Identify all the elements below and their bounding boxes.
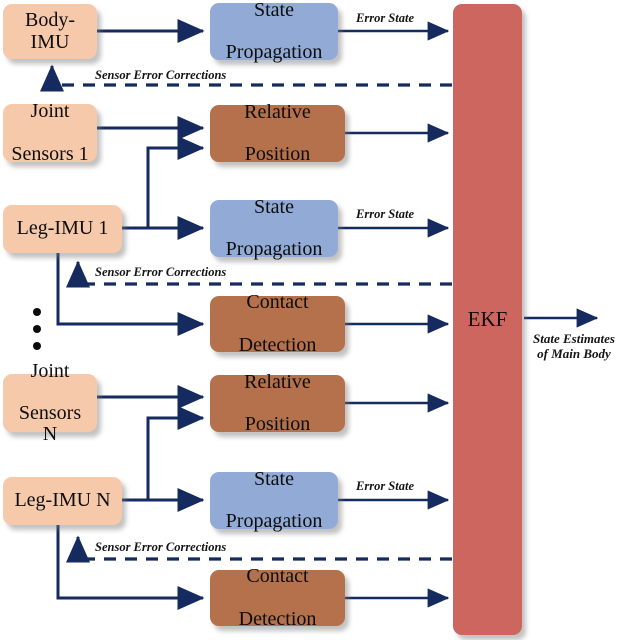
edge-label-ekf-output-line2: of Main Body [537, 345, 611, 361]
node-relative-position-1-line2: Position [244, 143, 311, 166]
wire-legimu1-to-contact1 [56, 252, 205, 336]
edge-label-error-state-body: Error State [356, 11, 415, 25]
node-body-imu-label: Body-IMU [25, 9, 75, 53]
wire-legimun-to-contactn [56, 524, 205, 610]
node-relative-position-1[interactable]: Relative Position [210, 100, 345, 166]
node-leg-imu-n[interactable]: Leg-IMU N [3, 477, 122, 525]
node-state-propagation-1-line1: State [254, 195, 294, 218]
node-body-imu[interactable]: Body-IMU [3, 4, 97, 59]
edge-label-sensor-error-corrections-n: Sensor Error Corrections [95, 540, 227, 554]
edge-label-sensor-error-corrections-body: Sensor Error Corrections [95, 68, 227, 82]
edge-label-error-state-n: Error State [356, 479, 415, 493]
node-joint-sensors-n-line1: Joint [30, 359, 70, 382]
edge-label-error-state-1: Error State [356, 207, 415, 221]
node-state-propagation-body[interactable]: State Propagation [210, 0, 338, 64]
node-contact-detection-1[interactable]: Contact Detection [210, 292, 345, 355]
ellipsis-dot [33, 325, 41, 333]
node-leg-imu-1[interactable]: Leg-IMU 1 [3, 205, 122, 253]
edge-label-ekf-output-line1: State Estimates [533, 331, 615, 346]
ellipsis-dot [33, 342, 41, 350]
node-relative-position-1-line1: Relative [244, 100, 311, 123]
node-state-propagation-body-line1: State [254, 0, 294, 21]
node-relative-position-n-line2: Position [244, 413, 311, 436]
node-ekf-label: EKF [467, 307, 508, 332]
node-joint-sensors-1-line1: Joint [30, 100, 70, 123]
node-joint-sensors-1-line2: Sensors 1 [11, 142, 89, 165]
wire-legimu1-to-relpos1 [146, 136, 205, 228]
node-relative-position-n[interactable]: Relative Position [210, 370, 345, 436]
node-state-propagation-n[interactable]: State Propagation [210, 467, 338, 533]
node-state-propagation-1-line2: Propagation [225, 238, 323, 261]
node-joint-sensors-n[interactable]: Joint Sensors N [3, 360, 97, 445]
ellipsis-repeated-modules [33, 308, 41, 350]
node-contact-detection-n-line2: Detection [238, 607, 317, 630]
node-state-propagation-n-line1: State [254, 467, 294, 490]
node-contact-detection-n-line1: Contact [246, 565, 309, 588]
node-joint-sensors-n-line2: Sensors N [18, 402, 82, 446]
node-leg-imu-n-label: Leg-IMU N [14, 489, 111, 512]
diagram-canvas: Body-IMU State Propagation Joint Sensors 1… [0, 0, 640, 640]
node-contact-detection-1-line2: Detection [238, 333, 317, 356]
node-contact-detection-1-line1: Contact [246, 291, 309, 314]
node-state-propagation-1[interactable]: State Propagation [210, 195, 338, 261]
edge-label-sensor-error-corrections-1: Sensor Error Corrections [95, 265, 227, 279]
node-state-propagation-n-line2: Propagation [225, 510, 323, 533]
node-state-propagation-body-line2: Propagation [225, 41, 323, 64]
node-leg-imu-1-label: Leg-IMU 1 [16, 217, 109, 240]
node-relative-position-n-line1: Relative [244, 370, 311, 393]
wire-legimun-to-relposn [146, 406, 205, 500]
ellipsis-dot [33, 308, 41, 316]
node-ekf[interactable]: EKF [453, 4, 522, 635]
node-contact-detection-n[interactable]: Contact Detection [210, 566, 345, 629]
edge-label-ekf-output: State Estimates of Main Body [533, 331, 615, 361]
node-joint-sensors-1[interactable]: Joint Sensors 1 [3, 100, 97, 165]
